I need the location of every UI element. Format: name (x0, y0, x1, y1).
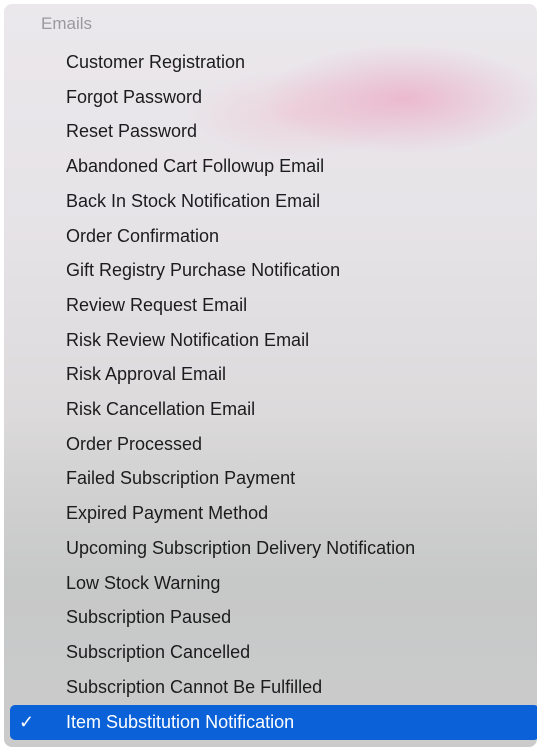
menu-item-label: Expired Payment Method (66, 503, 269, 524)
section-header-emails: Emails (41, 14, 93, 33)
menu-item-order-confirmation[interactable]: Order Confirmation (4, 219, 537, 254)
menu-item-label: Failed Subscription Payment (66, 468, 296, 489)
check-icon: ✓ (19, 712, 35, 733)
menu-item-label: Subscription Paused (66, 607, 232, 628)
menu-item-gift-registry-purchase-notification[interactable]: Gift Registry Purchase Notification (4, 253, 537, 288)
menu-item-label: Forgot Password (66, 86, 203, 107)
menu-item-label: Abandoned Cart Followup Email (66, 156, 325, 177)
menu-item-label: Review Request Email (66, 294, 248, 315)
menu-item-subscription-paused[interactable]: Subscription Paused (4, 600, 537, 635)
menu-item-label: Risk Review Notification Email (66, 329, 310, 350)
menu-item-subscription-cannot-be-fulfilled[interactable]: Subscription Cannot Be Fulfilled (4, 670, 537, 705)
menu-item-abandoned-cart-followup-email[interactable]: Abandoned Cart Followup Email (4, 149, 537, 184)
menu-item-failed-subscription-payment[interactable]: Failed Subscription Payment (4, 461, 537, 496)
menu-item-customer-registration[interactable]: Customer Registration (4, 45, 537, 80)
menu-item-label: Order Confirmation (66, 225, 220, 246)
menu-item-order-processed[interactable]: Order Processed (4, 427, 537, 462)
menu-item-label: Back In Stock Notification Email (66, 190, 321, 211)
dropdown-menu: Emails Customer Registration Forgot Pass… (4, 4, 537, 747)
menu-item-label: Subscription Cannot Be Fulfilled (66, 676, 323, 697)
menu-item-label: Order Processed (66, 433, 203, 454)
menu-item-risk-review-notification-email[interactable]: Risk Review Notification Email (4, 323, 537, 358)
menu-item-forgot-password[interactable]: Forgot Password (4, 80, 537, 115)
menu-item-label: Item Substitution Notification (66, 712, 295, 733)
menu-item-label: Reset Password (66, 121, 198, 142)
menu-item-expired-payment-method[interactable]: Expired Payment Method (4, 496, 537, 531)
menu-item-subscription-cancelled[interactable]: Subscription Cancelled (4, 635, 537, 670)
menu-item-label: Risk Approval Email (66, 364, 227, 385)
menu-item-review-request-email[interactable]: Review Request Email (4, 288, 537, 323)
menu-item-label: Subscription Cancelled (66, 641, 251, 662)
menu-item-item-substitution-notification[interactable]: ✓ Item Substitution Notification (10, 705, 537, 740)
menu-item-label: Low Stock Warning (66, 572, 221, 593)
menu-item-low-stock-warning[interactable]: Low Stock Warning (4, 566, 537, 601)
menu-item-back-in-stock-notification-email[interactable]: Back In Stock Notification Email (4, 184, 537, 219)
menu-item-label: Customer Registration (66, 52, 246, 72)
menu-item-reset-password[interactable]: Reset Password (4, 114, 537, 149)
menu-item-upcoming-subscription-delivery-notification[interactable]: Upcoming Subscription Delivery Notificat… (4, 531, 537, 566)
menu-item-label: Risk Cancellation Email (66, 399, 256, 419)
menu-item-risk-cancellation-email[interactable]: Risk Cancellation Email (4, 392, 537, 427)
menu-item-label: Upcoming Subscription Delivery Notificat… (66, 537, 416, 558)
menu-item-label: Gift Registry Purchase Notification (66, 260, 341, 281)
menu-item-risk-approval-email[interactable]: Risk Approval Email (4, 357, 537, 392)
